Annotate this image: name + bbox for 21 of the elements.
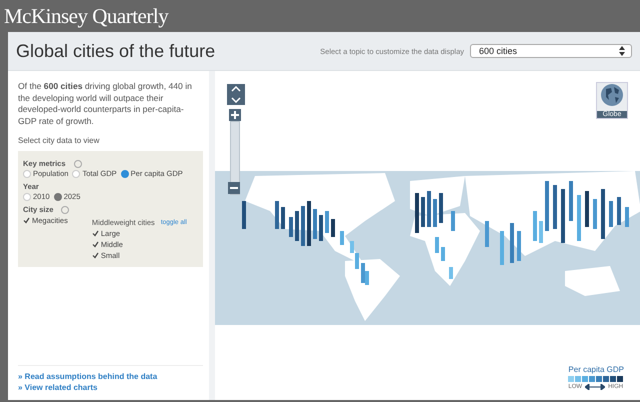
zoom-slider-thumb[interactable] (228, 182, 240, 194)
zoom-in-button[interactable] (229, 109, 241, 121)
topic-select[interactable]: 600 cities (470, 44, 632, 58)
checkbox[interactable] (92, 230, 99, 237)
checkbox[interactable] (23, 217, 30, 224)
zoom-slider[interactable] (230, 121, 240, 195)
text-link[interactable]: » View related charts (18, 383, 203, 392)
checkbox[interactable] (92, 241, 99, 248)
double-arrow-icon (585, 384, 606, 390)
checkbox[interactable] (92, 252, 99, 259)
globe-icon (600, 83, 624, 107)
down-chevron-icon (231, 96, 241, 103)
intro-paragraph: Of the 600 cities driving global growth, 440 in the developing world will outpace their developed-world counterparts in per-capita-GDP rate of growth. (18, 81, 193, 127)
updown-icon (619, 46, 625, 56)
page-title: Global cities of the future (16, 40, 216, 62)
legend-title: Per capita GDP (568, 365, 624, 374)
up-chevron-icon (231, 86, 241, 92)
logo: McKinsey Quarterly (4, 4, 168, 28)
text-link[interactable]: » Read assumptions behind the data (18, 372, 203, 381)
section-label: Select city data to view (18, 136, 100, 145)
pan-control[interactable] (227, 84, 245, 105)
